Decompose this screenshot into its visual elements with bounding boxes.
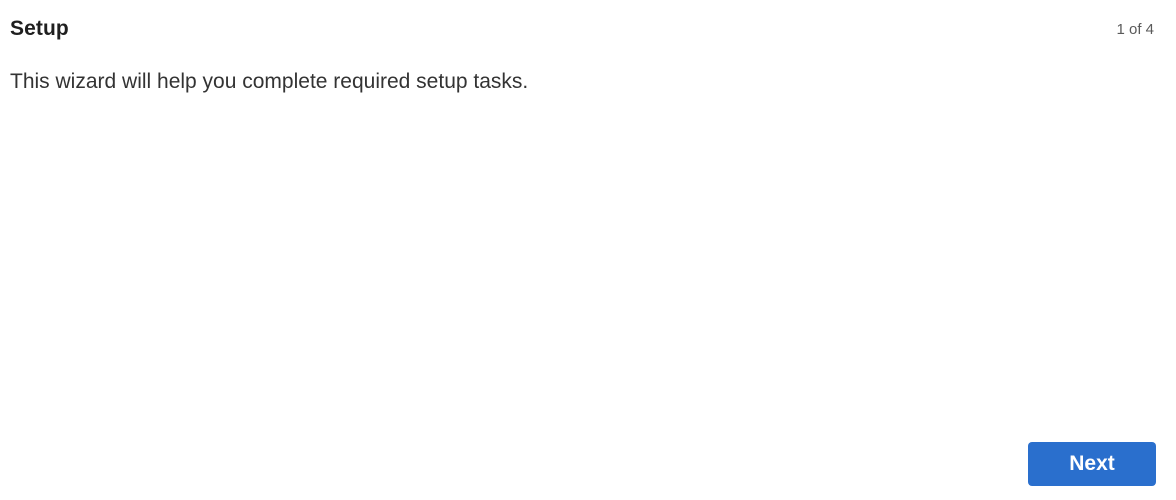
page-title: Setup [10, 17, 69, 40]
wizard-description: This wizard will help you complete requi… [10, 70, 529, 93]
next-button[interactable]: Next [1028, 442, 1156, 486]
step-counter: 1 of 4 [1116, 20, 1154, 38]
setup-wizard: Setup 1 of 4 This wizard will help you c… [0, 0, 1176, 500]
wizard-header: Setup 1 of 4 [10, 14, 1154, 44]
